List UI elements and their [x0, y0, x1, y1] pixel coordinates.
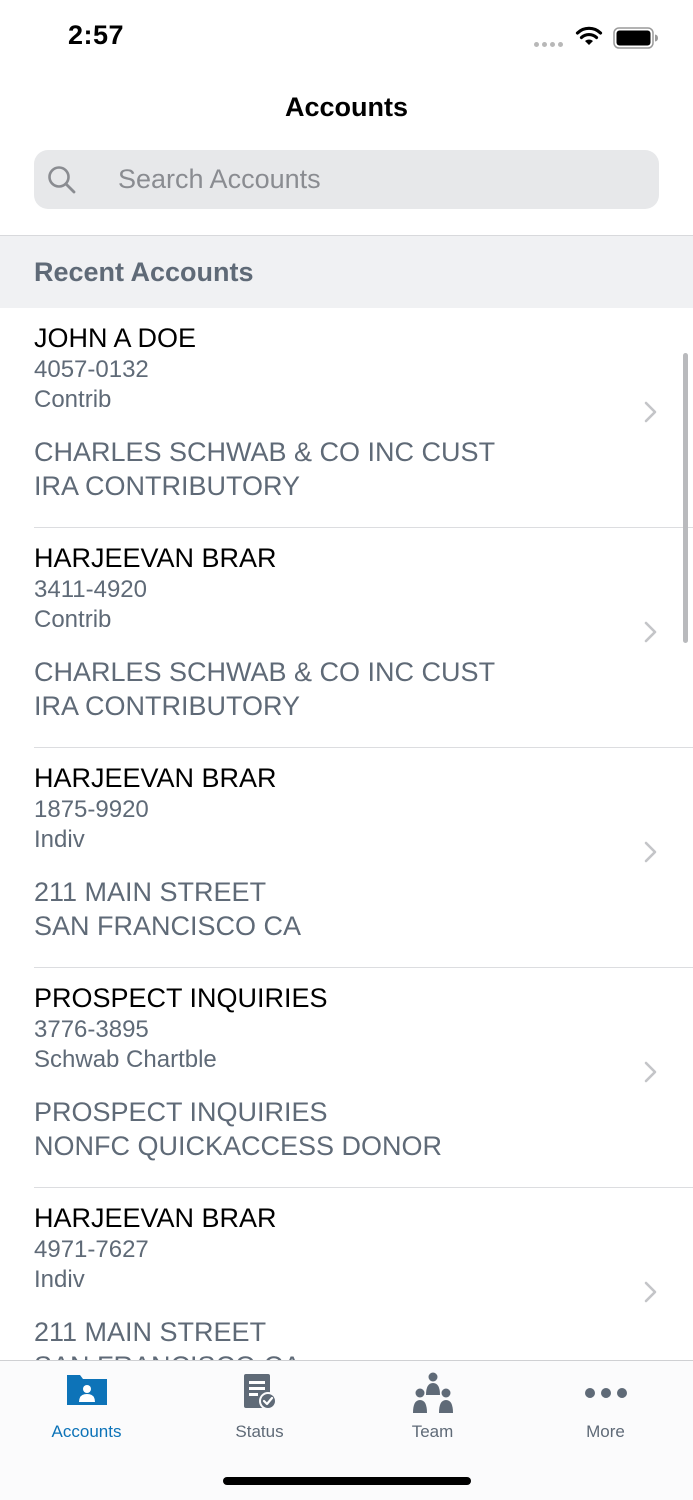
team-people-icon [412, 1372, 453, 1413]
account-name: JOHN A DOE [34, 323, 197, 353]
tab-label: Accounts [51, 1422, 122, 1441]
account-row[interactable]: HARJEEVAN BRAR 1875-9920 Indiv 211 MAIN … [0, 748, 693, 968]
account-number: 4057-0132 [34, 356, 149, 383]
wifi-icon [575, 26, 603, 45]
chevron-right-icon [644, 621, 657, 643]
account-name: HARJEEVAN BRAR [34, 543, 277, 573]
cellular-signal-icon [534, 42, 563, 47]
account-type: Contrib [34, 606, 112, 633]
home-indicator [223, 1477, 471, 1485]
account-name: PROSPECT INQUIRIES [34, 983, 328, 1013]
search-input[interactable] [118, 150, 638, 209]
chevron-right-icon [644, 401, 657, 423]
account-number: 1875-9920 [34, 796, 149, 823]
account-title-line-2: SAN FRANCISCO CA [34, 911, 302, 941]
account-row[interactable]: HARJEEVAN BRAR 4971-7627 Indiv 211 MAIN … [0, 1188, 693, 1360]
tab-label: More [586, 1422, 625, 1441]
account-row[interactable]: JOHN A DOE 4057-0132 Contrib CHARLES SCH… [0, 308, 693, 528]
account-title-line-2: NONFC QUICKACCESS DONOR [34, 1131, 443, 1161]
account-type: Indiv [34, 1266, 85, 1293]
page-title: Accounts [284, 92, 409, 122]
chevron-right-icon [644, 1281, 657, 1303]
account-title-line-1: CHARLES SCHWAB & CO INC CUST [34, 437, 496, 467]
account-title-line-1: CHARLES SCHWAB & CO INC CUST [34, 657, 496, 687]
account-title-line-2: IRA CONTRIBUTORY [34, 691, 301, 721]
account-title-line-2: IRA CONTRIBUTORY [34, 471, 301, 501]
battery-icon [613, 27, 658, 49]
search-bar[interactable] [34, 150, 659, 209]
tab-label: Status [235, 1422, 284, 1441]
accounts-list[interactable]: JOHN A DOE 4057-0132 Contrib CHARLES SCH… [0, 308, 693, 1360]
account-number: 3411-4920 [34, 576, 147, 603]
account-name: HARJEEVAN BRAR [34, 1203, 277, 1233]
section-title: Recent Accounts [34, 257, 254, 287]
tab-status[interactable]: Status [173, 1361, 346, 1451]
account-row[interactable]: HARJEEVAN BRAR 3411-4920 Contrib CHARLES… [0, 528, 693, 748]
account-name: HARJEEVAN BRAR [34, 763, 277, 793]
account-type: Indiv [34, 826, 85, 853]
tab-more[interactable]: More [519, 1361, 692, 1451]
status-time: 2:57 [68, 20, 125, 50]
search-icon [48, 166, 76, 194]
account-title-line-1: PROSPECT INQUIRIES [34, 1097, 328, 1127]
status-clipboard-icon [243, 1374, 277, 1410]
account-title-line-1: 211 MAIN STREET [34, 877, 267, 907]
chevron-right-icon [644, 1061, 657, 1083]
section-header: Recent Accounts [0, 235, 693, 308]
account-title-line-1: 211 MAIN STREET [34, 1317, 267, 1347]
more-dots-icon [584, 1388, 627, 1398]
account-row[interactable]: PROSPECT INQUIRIES 3776-3895 Schwab Char… [0, 968, 693, 1188]
tab-team[interactable]: Team [346, 1361, 519, 1451]
tab-accounts[interactable]: Accounts [0, 1361, 173, 1451]
account-type: Contrib [34, 386, 112, 413]
accounts-folder-icon [66, 1375, 107, 1405]
account-type: Schwab Chartble [34, 1046, 217, 1073]
account-title-line-2: SAN FRANCISCO CA [34, 1351, 301, 1360]
account-number: 3776-3895 [34, 1016, 149, 1043]
tab-label: Team [411, 1422, 454, 1441]
chevron-right-icon [644, 841, 657, 863]
account-number: 4971-7627 [34, 1236, 149, 1263]
status-bar: 2:57 [0, 0, 693, 80]
scrollbar[interactable] [683, 353, 688, 643]
